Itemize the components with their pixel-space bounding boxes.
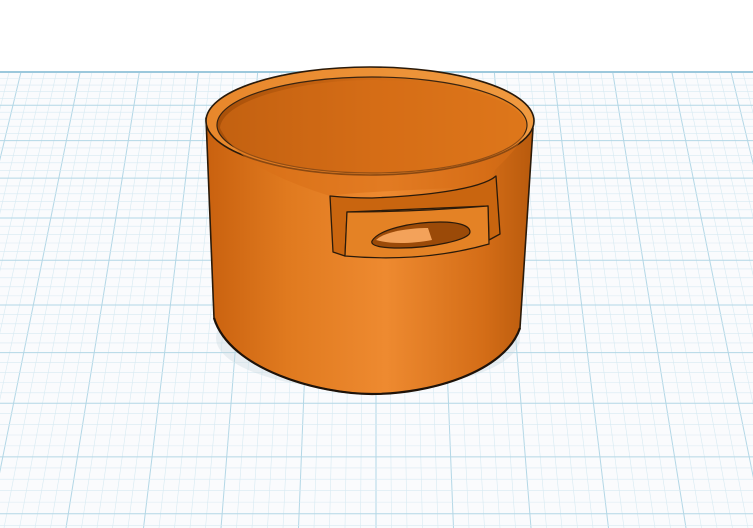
background-sky [0,0,753,72]
workplane-viewport[interactable] [0,0,753,528]
workplane-canvas[interactable] [0,0,753,528]
cylinder-model[interactable] [205,66,535,396]
